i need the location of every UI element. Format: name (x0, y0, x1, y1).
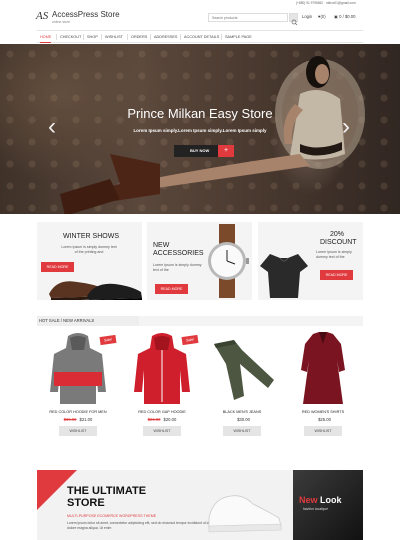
nav-divider (180, 34, 181, 40)
promo-text: Lorem Ipsum is simply dummy text of the (153, 263, 202, 272)
section-heading-bar (133, 316, 363, 326)
product-name[interactable]: Black Men's Jeans (204, 410, 280, 414)
nav-divider (150, 34, 151, 40)
promo-new-accessories: New Accessories Lorem Ipsum is simply du… (147, 222, 252, 300)
nav-divider (83, 34, 84, 40)
product-price: $26.00 $20.00 (124, 417, 200, 422)
promo-title-line2: Discount (320, 239, 357, 246)
product-price: $35.00 $21.00 (40, 417, 116, 422)
nav-item-home[interactable]: Home (40, 31, 52, 43)
chevron-left-icon[interactable]: ‹ (44, 115, 60, 140)
promo-title-line1: New (153, 242, 170, 249)
product-card[interactable]: Sale! Red Color Hoodie For Men $35.00 $21… (40, 330, 117, 448)
plus-icon[interactable]: + (218, 145, 234, 157)
promo-discount: 20% Discount Lorem Ipsum is simply dummy… (258, 222, 363, 300)
section-heading: Hot Sale / New Arrivals (37, 316, 363, 326)
main-nav: Home Checkout Shop Wishlist Orders Addre… (37, 30, 363, 43)
nav-divider (221, 34, 222, 40)
hero-slider: Prince Milkan Easy Store Lorem Ipsum sim… (0, 44, 400, 214)
banner-title-line2: Store (67, 497, 105, 509)
site-title[interactable]: AccessPress Store (52, 10, 120, 19)
promo-banner[interactable]: The Ultimate Store Multi-Purpose Ecomerc… (37, 470, 363, 540)
nav-item-account-details[interactable]: Account Details (184, 31, 219, 43)
chevron-right-icon[interactable]: › (338, 115, 354, 140)
product-price: $25.00 (285, 417, 361, 422)
phone-text: (+880) 91 9795652 (296, 1, 324, 5)
tshirt-image (260, 254, 308, 298)
product-card[interactable]: Sale! Red Color Gap Hoodie $26.00 $20.00 … (124, 330, 200, 448)
logo-icon[interactable]: AS (36, 10, 50, 24)
section-heading-label: Hot Sale / New Arrivals (39, 318, 95, 323)
current-price: $20.00 (163, 417, 177, 422)
new-look-tagline: fashion boutique (303, 507, 328, 511)
read-more-button[interactable]: Read More (320, 270, 353, 280)
cart-icon: ▣ (334, 14, 338, 19)
login-link[interactable]: Login (302, 14, 312, 20)
shoes-image (49, 281, 142, 300)
read-more-button[interactable]: Read More (155, 284, 188, 294)
watch-image (208, 224, 249, 298)
promo-winter-shows: Winter Shows Lorem Ipsum is simply dummy… (37, 222, 142, 300)
search-button[interactable] (289, 13, 298, 26)
product-image[interactable] (204, 330, 280, 406)
sneaker-image (208, 495, 282, 533)
top-bar: (+880) 91 9795652 mlbvc01@gmail.com (0, 0, 400, 6)
nav-item-checkout[interactable]: Checkout (60, 31, 81, 43)
current-price: $30.00 (237, 417, 250, 422)
product-name[interactable]: Red Color Hoodie For Men (40, 410, 116, 414)
product-card[interactable]: Black Men's Jeans $30.00 Wishlist (204, 330, 280, 448)
banner-subtitle: Multi-Purpose Ecomerce WordPress Theme (67, 514, 157, 518)
old-price: $26.00 (147, 417, 161, 422)
promo-title-line1: 20% (330, 231, 345, 238)
nav-divider (101, 34, 102, 40)
search-input[interactable] (208, 13, 288, 22)
product-name[interactable]: Red Color Gap Hoodie (124, 410, 200, 414)
promo-text: Lorem Ipsum is simply dummy text of the (316, 250, 352, 259)
nav-divider (56, 34, 57, 40)
nav-item-orders[interactable]: Orders (131, 31, 147, 43)
wishlist-button[interactable]: Wishlist (223, 426, 261, 436)
nav-item-wishlist[interactable]: Wishlist (105, 31, 123, 43)
current-price: $21.00 (79, 417, 93, 422)
nav-item-addresses[interactable]: Addresses (154, 31, 177, 43)
promo-title-line2: Accessories (153, 250, 204, 257)
site-tagline: online store (52, 20, 71, 24)
product-image[interactable] (285, 330, 361, 406)
product-card[interactable]: Red Women's Shirts $25.00 Wishlist (285, 330, 361, 448)
nav-divider (127, 34, 128, 40)
new-look-panel (293, 470, 363, 540)
product-price: $30.00 (204, 417, 280, 422)
email-link[interactable]: mlbvc01@gmail.com (326, 0, 356, 6)
old-price: $35.00 (63, 417, 77, 422)
promo-title: Winter Shows (63, 233, 119, 240)
buy-now-button[interactable]: Buy Now (174, 145, 218, 157)
wishlist-button[interactable]: Wishlist (143, 426, 181, 436)
nav-item-shop[interactable]: Shop (87, 31, 98, 43)
read-more-button[interactable]: Read More (41, 262, 74, 272)
new-look-logo: New Look (299, 495, 342, 505)
banner-title-line1: The Ultimate (67, 485, 147, 497)
promo-text: Lorem Ipsum is simply dummy text of the … (61, 245, 117, 254)
product-name[interactable]: Red Women's Shirts (285, 410, 361, 414)
cart-link[interactable]: ▣ 0 / $0.00 (334, 14, 355, 20)
wishlist-link[interactable]: ♥(0) (318, 14, 326, 20)
wishlist-button[interactable]: Wishlist (304, 426, 342, 436)
wishlist-button[interactable]: Wishlist (59, 426, 97, 436)
current-price: $25.00 (318, 417, 331, 422)
search-icon (291, 19, 298, 26)
nav-item-sample-page[interactable]: Sample Page (225, 31, 252, 43)
